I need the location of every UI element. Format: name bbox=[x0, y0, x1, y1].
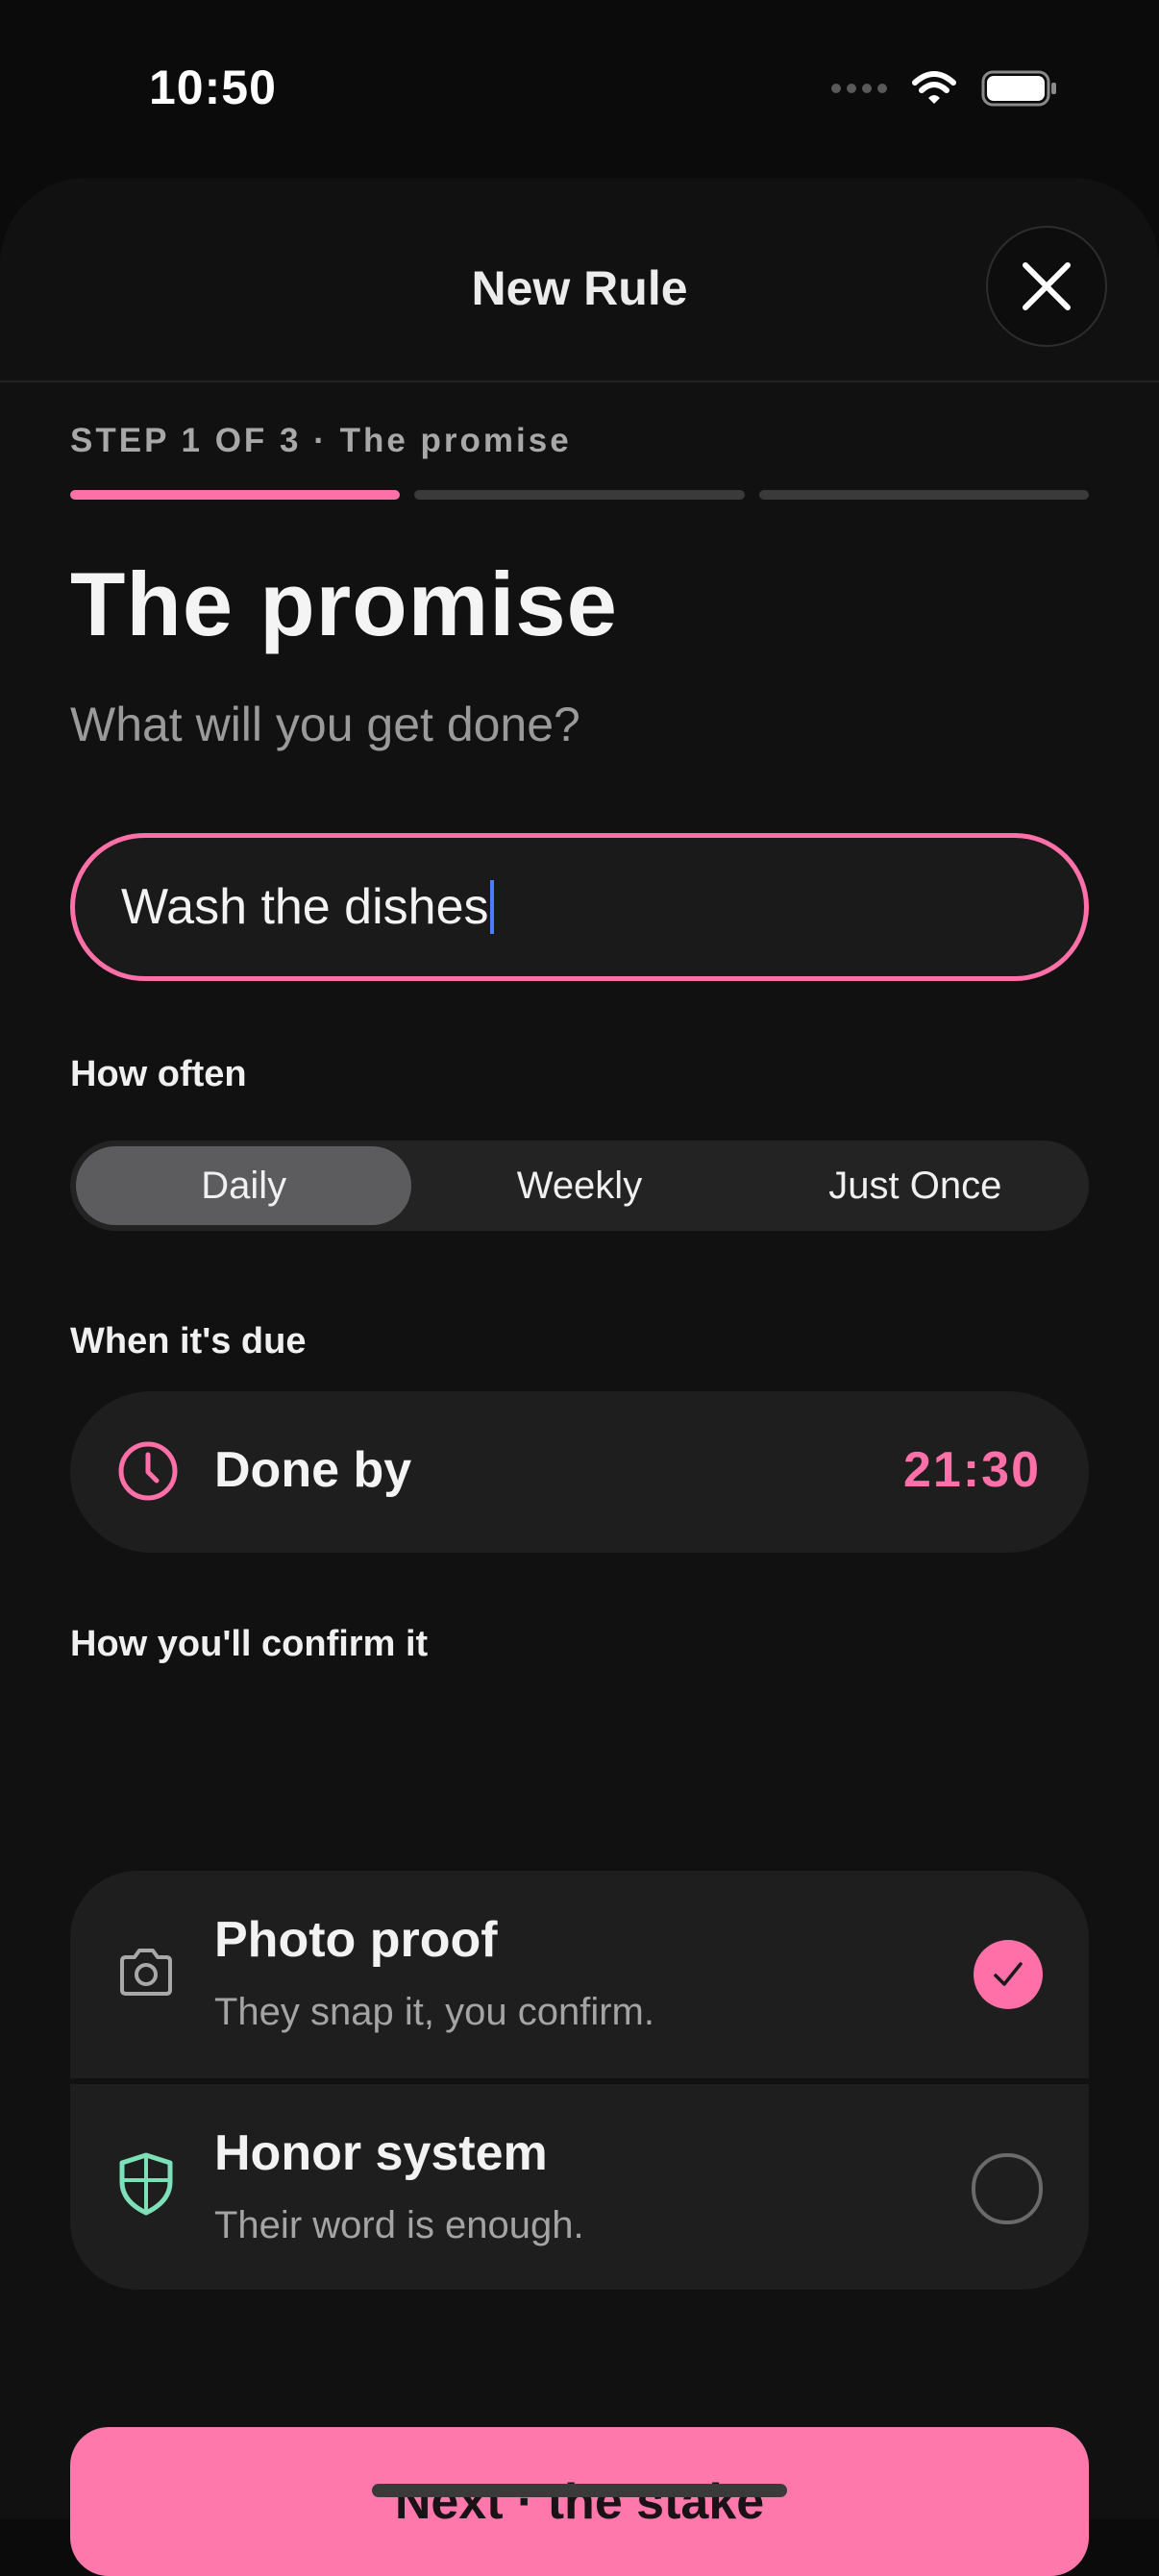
option-honor-system[interactable]: Honor system Their word is enough. bbox=[70, 2084, 1089, 2290]
photo-proof-radio-checked[interactable] bbox=[974, 1940, 1043, 2009]
camera-icon bbox=[120, 1949, 172, 1996]
honor-system-radio-unchecked[interactable] bbox=[972, 2153, 1043, 2224]
frequency-option-just-once[interactable]: Just Once bbox=[748, 1146, 1083, 1225]
close-button[interactable] bbox=[986, 226, 1107, 347]
shield-icon bbox=[119, 2152, 173, 2216]
text-caret bbox=[490, 880, 495, 934]
status-bar: 10:50 bbox=[0, 0, 1159, 183]
next-button[interactable]: Next · the stake bbox=[70, 2427, 1089, 2576]
due-field-label: Done by bbox=[214, 1442, 412, 1498]
battery-icon bbox=[981, 70, 1056, 107]
checkmark-icon bbox=[994, 1962, 1023, 1986]
close-icon bbox=[1023, 262, 1071, 310]
due-time-value: 21:30 bbox=[903, 1442, 1041, 1498]
progress-segment-3 bbox=[758, 490, 1089, 500]
photo-proof-title: Photo proof bbox=[214, 1912, 498, 1968]
confirmation-options: Photo proof They snap it, you confirm. H… bbox=[70, 1871, 1089, 2290]
honor-system-title: Honor system bbox=[214, 2125, 548, 2181]
photo-proof-description: They snap it, you confirm. bbox=[214, 1991, 654, 2033]
frequency-option-daily[interactable]: Daily bbox=[76, 1146, 412, 1225]
step-progress-bar bbox=[70, 490, 1089, 500]
clock-icon bbox=[118, 1441, 178, 1501]
page-title: The promise bbox=[70, 553, 618, 654]
new-rule-sheet: New Rule STEP 1 OF 3 · The promise The p… bbox=[0, 178, 1159, 2576]
step-label: STEP 1 OF 3 · The promise bbox=[70, 422, 572, 459]
promise-input[interactable]: Wash the dishes bbox=[70, 833, 1089, 981]
frequency-option-weekly[interactable]: Weekly bbox=[411, 1146, 747, 1225]
page-subtitle: What will you get done? bbox=[70, 698, 580, 751]
honor-system-description: Their word is enough. bbox=[214, 2204, 584, 2246]
home-indicator bbox=[372, 2484, 787, 2497]
due-time-row[interactable]: Done by 21:30 bbox=[70, 1391, 1089, 1553]
promise-input-value: Wash the dishes bbox=[121, 879, 489, 935]
frequency-segmented-control: Daily Weekly Just Once bbox=[70, 1141, 1089, 1231]
frequency-label: How often bbox=[70, 1054, 247, 1094]
option-photo-proof[interactable]: Photo proof They snap it, you confirm. bbox=[70, 1871, 1089, 2078]
cellular-signal-icon bbox=[831, 84, 887, 93]
status-icons bbox=[831, 69, 1058, 108]
wifi-icon bbox=[912, 71, 956, 104]
progress-segment-2 bbox=[414, 490, 745, 500]
status-time: 10:50 bbox=[149, 61, 277, 114]
sheet-header: New Rule bbox=[0, 178, 1159, 382]
confirmation-label: How you'll confirm it bbox=[70, 1624, 429, 1664]
due-section-label: When it's due bbox=[70, 1321, 307, 1362]
progress-segment-1 bbox=[70, 490, 401, 500]
